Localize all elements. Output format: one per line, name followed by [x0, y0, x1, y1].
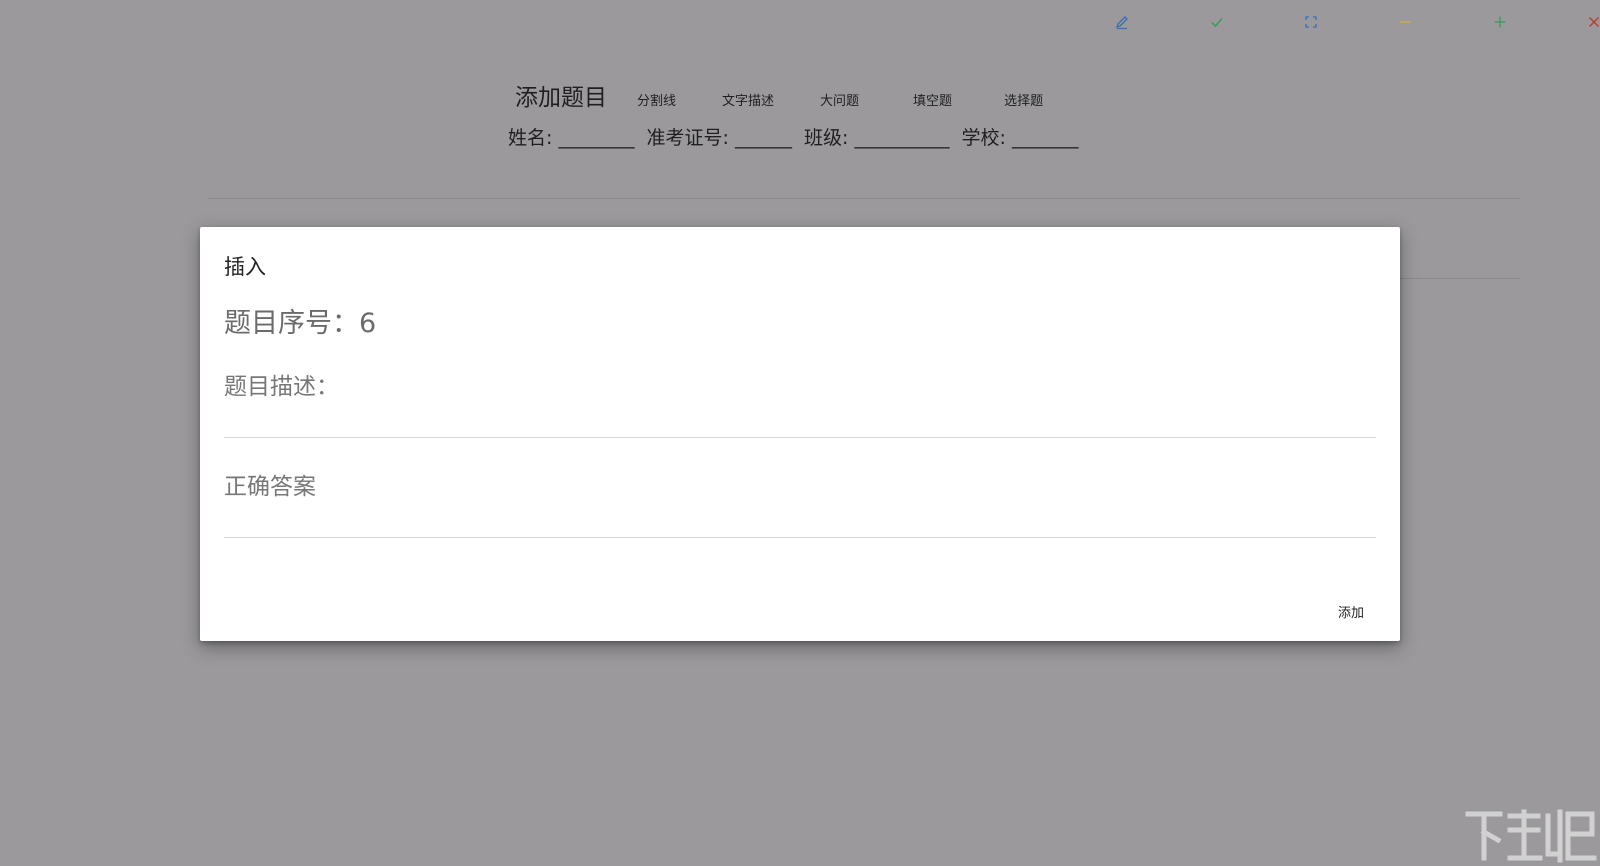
- fullscreen-icon: [1305, 16, 1317, 28]
- big-question-tool[interactable]: 大问题: [820, 82, 859, 122]
- plus-icon: [1494, 16, 1506, 28]
- xiazaiba-watermark-logo: [1465, 809, 1597, 863]
- document-divider-secondary: [1400, 278, 1520, 279]
- question-description-label: 题目描述：: [224, 374, 339, 400]
- check-icon: [1211, 18, 1223, 28]
- pen-icon: [1115, 16, 1128, 30]
- dialog-title: 插入: [224, 255, 266, 279]
- question-number: 题目序号：6: [224, 308, 377, 339]
- exam-number-field-text: 准考证号: ______: [646, 127, 792, 149]
- name-field-text: 姓名: ________: [508, 127, 635, 149]
- school-field-text: 学校: _______: [961, 127, 1079, 149]
- class-field-text: 班级: __________: [804, 127, 950, 149]
- document-toolbar: 添加题目 分割线 文字描述 大问题 填空题 选择题: [515, 78, 1043, 122]
- text-description-tool[interactable]: 文字描述: [722, 82, 774, 122]
- page-title: 添加题目: [515, 85, 607, 111]
- window-controls: [1040, 0, 1600, 44]
- question-description-input[interactable]: [224, 405, 1380, 435]
- correct-answer-label: 正确答案: [224, 474, 316, 500]
- insert-dialog: 插入 题目序号：6 题目描述： 正确答案 添加: [200, 227, 1400, 641]
- close-icon: [1589, 17, 1599, 27]
- close-button[interactable]: [1580, 10, 1600, 34]
- confirm-button[interactable]: [1203, 10, 1231, 34]
- edit-button[interactable]: [1108, 10, 1136, 34]
- fullscreen-button[interactable]: [1297, 10, 1325, 34]
- document-divider: [208, 198, 1520, 199]
- question-description-field: 题目描述：: [224, 367, 1380, 438]
- student-info-line: 姓名: ________ 准考证号: ______ 班级: __________…: [508, 124, 1084, 152]
- fill-blank-tool[interactable]: 填空题: [913, 82, 952, 122]
- correct-answer-field: 正确答案: [224, 467, 1380, 538]
- divider-tool[interactable]: 分割线: [637, 82, 676, 122]
- minus-icon: [1399, 21, 1411, 23]
- maximize-button[interactable]: [1486, 10, 1514, 34]
- minimize-button[interactable]: [1391, 10, 1419, 34]
- choice-question-tool[interactable]: 选择题: [1004, 82, 1043, 122]
- correct-answer-input[interactable]: [224, 505, 1380, 535]
- add-button[interactable]: 添加: [1332, 596, 1370, 627]
